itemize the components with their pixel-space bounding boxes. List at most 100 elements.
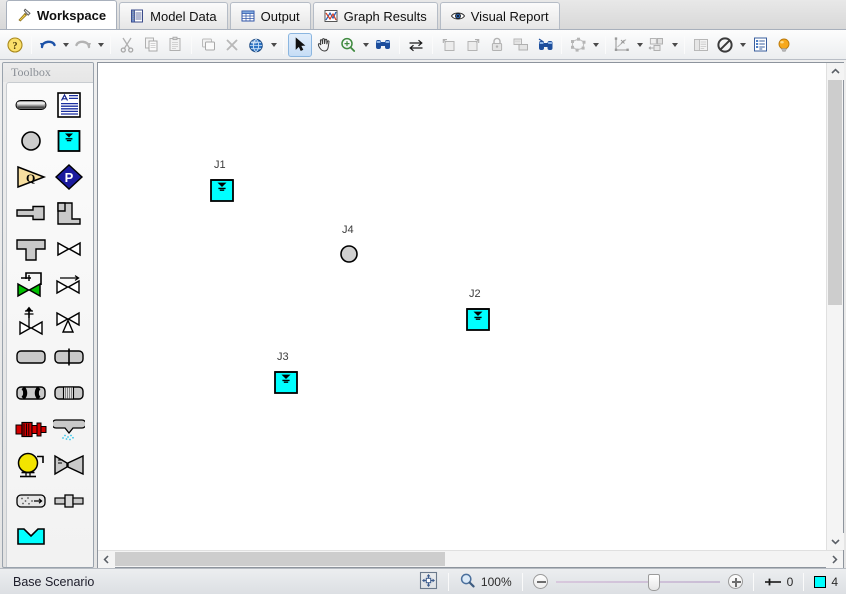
undo-dropdown-caret[interactable]	[60, 33, 71, 57]
find-object-icon[interactable]	[533, 33, 557, 57]
help-icon[interactable]: ?	[3, 33, 27, 57]
zoom-slider-track	[555, 580, 720, 583]
tab-graph-results[interactable]: Graph Results	[312, 2, 438, 29]
zoom-slider-thumb[interactable]	[647, 573, 660, 591]
toolbar-separator	[561, 35, 562, 54]
svg-text:Q: Q	[26, 171, 35, 185]
junction-j3[interactable]	[273, 368, 299, 398]
annotation-tool[interactable]	[51, 87, 87, 123]
dead-end-tool[interactable]	[13, 195, 49, 231]
tab-workspace[interactable]: Workspace	[6, 0, 118, 29]
pump-tool[interactable]	[13, 411, 49, 447]
paste-icon[interactable]	[163, 33, 187, 57]
zoom-level-display[interactable]: 100%	[455, 572, 516, 592]
venturi-tool[interactable]	[51, 447, 87, 483]
spray-discharge-tool[interactable]	[51, 411, 87, 447]
workspace-vertical-scrollbar[interactable]	[826, 63, 844, 550]
scroll-up-button[interactable]	[827, 63, 844, 80]
channel-tool[interactable]	[13, 519, 49, 555]
fit-to-window-button[interactable]	[415, 571, 442, 593]
junction-count-icon	[814, 575, 827, 588]
horizontal-scroll-thumb[interactable]	[115, 552, 445, 566]
tee-wye-tool[interactable]	[13, 231, 49, 267]
scroll-left-button[interactable]	[98, 551, 115, 568]
list-report-icon[interactable]	[748, 33, 772, 57]
node-layout-icon[interactable]	[566, 33, 590, 57]
select-pointer-icon[interactable]	[288, 32, 312, 57]
tank-junction-tool[interactable]	[51, 123, 87, 159]
orifice-tool[interactable]	[51, 339, 87, 375]
junction-j2[interactable]	[465, 305, 491, 335]
main-body: Toolbox Q P J1 J4 J2 J3	[0, 60, 846, 568]
cut-icon[interactable]	[115, 33, 139, 57]
general-component-tool[interactable]	[13, 339, 49, 375]
zoom-out-button[interactable]	[529, 574, 552, 589]
properties-panel-icon[interactable]	[689, 33, 713, 57]
junction-j4[interactable]	[339, 244, 359, 267]
zoom-magnifier-icon[interactable]	[336, 33, 360, 57]
vertical-scroll-thumb[interactable]	[828, 80, 842, 305]
send-to-back-icon[interactable]	[437, 33, 461, 57]
tab-model-data[interactable]: Model Data	[119, 2, 228, 29]
pipe-tool[interactable]	[13, 87, 49, 123]
tab-visual-report[interactable]: Visual Report	[439, 2, 560, 29]
three-way-valve-tool[interactable]	[51, 303, 87, 339]
zoom-in-icon	[727, 574, 743, 589]
toolbar-separator	[191, 35, 192, 54]
status-separator	[521, 572, 523, 591]
svg-text:?: ?	[13, 41, 18, 52]
globe-dropdown-caret[interactable]	[268, 33, 279, 57]
distribute-icon[interactable]	[610, 33, 634, 57]
distribute-dropdown-caret[interactable]	[634, 33, 645, 57]
assigned-flow-tool[interactable]: Q	[13, 159, 49, 195]
no-entry-icon[interactable]	[713, 33, 737, 57]
workspace-canvas[interactable]: J1 J4 J2 J3	[98, 63, 826, 550]
turbine-tool[interactable]	[13, 447, 49, 483]
lock-icon[interactable]	[485, 33, 509, 57]
branch-junction-tool[interactable]	[13, 123, 49, 159]
workspace-horizontal-scrollbar[interactable]	[98, 550, 843, 568]
toolbox-body: Q P	[6, 82, 93, 567]
no-entry-dropdown-caret[interactable]	[737, 33, 748, 57]
assigned-pressure-tool[interactable]: P	[51, 159, 87, 195]
globe-icon[interactable]	[244, 33, 268, 57]
filter-tool[interactable]	[13, 483, 49, 519]
area-change-tool[interactable]	[51, 483, 87, 519]
find-binoculars-icon[interactable]	[371, 33, 395, 57]
scroll-right-button[interactable]	[826, 551, 843, 568]
screen-tool[interactable]	[13, 375, 49, 411]
copy-icon[interactable]	[139, 33, 163, 57]
junction-count-value: 4	[831, 574, 838, 589]
junction-j1[interactable]	[209, 176, 235, 206]
undo-icon[interactable]	[36, 33, 60, 57]
horizontal-scroll-track[interactable]	[115, 551, 826, 567]
redo-icon[interactable]	[71, 33, 95, 57]
duplicate-icon[interactable]	[196, 33, 220, 57]
tab-output[interactable]: Output	[229, 2, 311, 29]
bend-tool[interactable]	[51, 195, 87, 231]
svg-text:P: P	[65, 170, 74, 185]
vertical-scroll-track[interactable]	[827, 80, 843, 533]
relief-valve-tool[interactable]	[13, 303, 49, 339]
valve-tool[interactable]	[51, 231, 87, 267]
node-layout-dropdown-caret[interactable]	[590, 33, 601, 57]
align-icon[interactable]	[645, 33, 669, 57]
zoom-slider[interactable]	[552, 573, 724, 591]
pan-hand-icon[interactable]	[312, 33, 336, 57]
control-valve-tool[interactable]	[13, 267, 49, 303]
workspace-row: J1 J4 J2 J3	[98, 63, 844, 550]
redo-dropdown-caret[interactable]	[95, 33, 106, 57]
zoom-in-button[interactable]	[724, 574, 747, 589]
workspace-frame: J1 J4 J2 J3	[97, 62, 844, 568]
bring-to-front-icon[interactable]	[461, 33, 485, 57]
tab-label: Output	[260, 8, 300, 24]
zoom-dropdown-caret[interactable]	[360, 33, 371, 57]
group-objects-icon[interactable]	[509, 33, 533, 57]
align-dropdown-caret[interactable]	[669, 33, 680, 57]
heat-exchanger-tool[interactable]	[51, 375, 87, 411]
delete-icon[interactable]	[220, 33, 244, 57]
lightbulb-icon[interactable]	[772, 33, 796, 57]
check-valve-tool[interactable]	[51, 267, 87, 303]
reverse-arrows-icon[interactable]	[404, 33, 428, 57]
scroll-down-button[interactable]	[827, 533, 844, 550]
